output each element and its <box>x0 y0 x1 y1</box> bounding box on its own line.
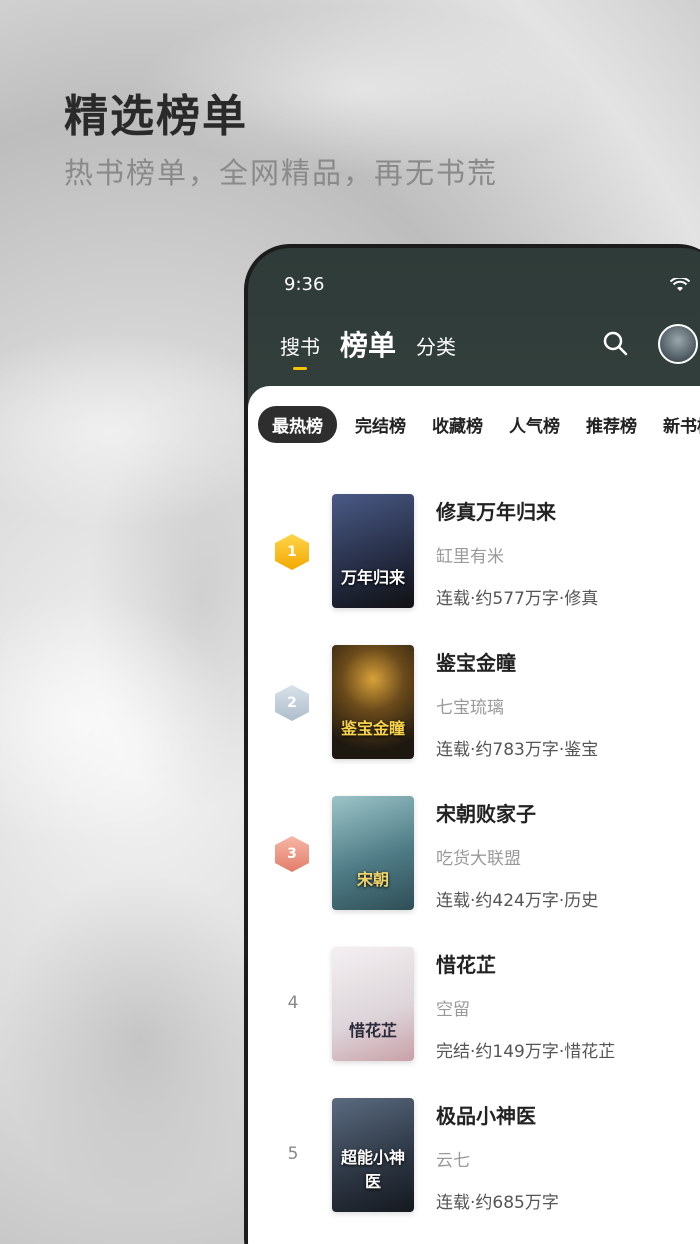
book-title[interactable]: 宋朝败家子 <box>436 798 536 827</box>
book-row[interactable]: 2 鉴宝金瞳 鉴宝金瞳 七宝琉璃 连载·约783万字·鉴宝 <box>248 645 700 765</box>
book-title[interactable]: 极品小神医 <box>436 1100 536 1129</box>
gold-medal-icon: 1 <box>275 534 309 570</box>
avatar[interactable] <box>658 324 698 364</box>
rank-number: 4 <box>287 993 299 1013</box>
chip-popular[interactable]: 人气榜 <box>501 406 568 443</box>
ranking-content: 最热榜 完结榜 收藏榜 人气榜 推荐榜 新书榜 1 万年归来 修真万年归来 缸里… <box>248 386 700 1244</box>
book-row[interactable]: 4 惜花芷 惜花芷 空留 完结·约149万字·惜花芷 <box>248 947 700 1067</box>
chip-favorites[interactable]: 收藏榜 <box>424 406 491 443</box>
chip-recommended[interactable]: 推荐榜 <box>578 406 645 443</box>
book-author: 七宝琉璃 <box>436 698 504 718</box>
book-meta: 连载·约783万字·鉴宝 <box>436 740 599 760</box>
book-author: 云七 <box>436 1151 470 1171</box>
rank-badge: 1 <box>274 534 310 570</box>
book-row[interactable]: 5 超能小神医 极品小神医 云七 连载·约685万字 <box>248 1098 700 1218</box>
tab-search-books[interactable]: 搜书 <box>280 331 320 370</box>
chip-new-books[interactable]: 新书榜 <box>655 406 700 443</box>
book-cover[interactable]: 超能小神医 <box>332 1098 414 1212</box>
rank-number: 5 <box>287 1144 299 1164</box>
book-meta: 连载·约577万字·修真 <box>436 589 599 609</box>
book-cover[interactable]: 宋朝 <box>332 796 414 910</box>
tab-label: 搜书 <box>280 335 320 359</box>
status-time: 9:36 <box>284 274 325 295</box>
book-meta: 连载·约424万字·历史 <box>436 891 599 911</box>
tab-categories[interactable]: 分类 <box>416 331 456 370</box>
silver-medal-icon: 2 <box>275 685 309 721</box>
active-tab-indicator <box>293 367 307 370</box>
promo-subline: 热书榜单，全网精品，再无书荒 <box>64 156 499 190</box>
rank-category-tabs: 最热榜 完结榜 收藏榜 人气榜 推荐榜 新书榜 <box>258 406 700 443</box>
book-author: 空留 <box>436 1000 470 1020</box>
rank-badge: 3 <box>274 836 310 872</box>
top-nav: 搜书 榜单 分类 <box>280 324 456 370</box>
wifi-icon <box>670 278 690 291</box>
tab-label: 分类 <box>416 335 457 359</box>
cover-title: 宋朝 <box>356 870 389 889</box>
search-icon[interactable] <box>600 328 630 358</box>
cover-title: 超能小神医 <box>340 1148 405 1191</box>
cover-title: 万年归来 <box>340 568 405 587</box>
cover-title: 惜花芷 <box>348 1021 397 1040</box>
tab-rankings[interactable]: 榜单 <box>340 324 396 370</box>
book-cover[interactable]: 万年归来 <box>332 494 414 608</box>
bronze-medal-icon: 3 <box>275 836 309 872</box>
chip-hottest[interactable]: 最热榜 <box>258 406 337 443</box>
book-meta: 完结·约149万字·惜花芷 <box>436 1042 616 1062</box>
status-icons <box>670 278 700 292</box>
book-row[interactable]: 1 万年归来 修真万年归来 缸里有米 连载·约577万字·修真 <box>248 494 700 614</box>
book-cover[interactable]: 惜花芷 <box>332 947 414 1061</box>
rank-badge: 2 <box>274 685 310 721</box>
tab-label: 榜单 <box>340 329 397 362</box>
phone-frame: 9:36 搜书 榜单 分类 最热榜 完结榜 收藏榜 人气榜 推荐榜 新书 1 万… <box>244 244 700 1244</box>
book-title[interactable]: 惜花芷 <box>436 949 496 978</box>
book-cover[interactable]: 鉴宝金瞳 <box>332 645 414 759</box>
book-author: 缸里有米 <box>436 547 504 567</box>
chip-completed[interactable]: 完结榜 <box>347 406 414 443</box>
book-title[interactable]: 修真万年归来 <box>436 496 556 525</box>
book-meta: 连载·约685万字 <box>436 1193 559 1213</box>
book-row[interactable]: 3 宋朝 宋朝败家子 吃货大联盟 连载·约424万字·历史 <box>248 796 700 916</box>
cover-title: 鉴宝金瞳 <box>340 719 405 738</box>
book-title[interactable]: 鉴宝金瞳 <box>436 647 516 676</box>
book-author: 吃货大联盟 <box>436 849 521 869</box>
promo-headline: 精选榜单 <box>64 91 248 142</box>
phone-screen: 9:36 搜书 榜单 分类 最热榜 完结榜 收藏榜 人气榜 推荐榜 新书 1 万… <box>248 248 700 1244</box>
